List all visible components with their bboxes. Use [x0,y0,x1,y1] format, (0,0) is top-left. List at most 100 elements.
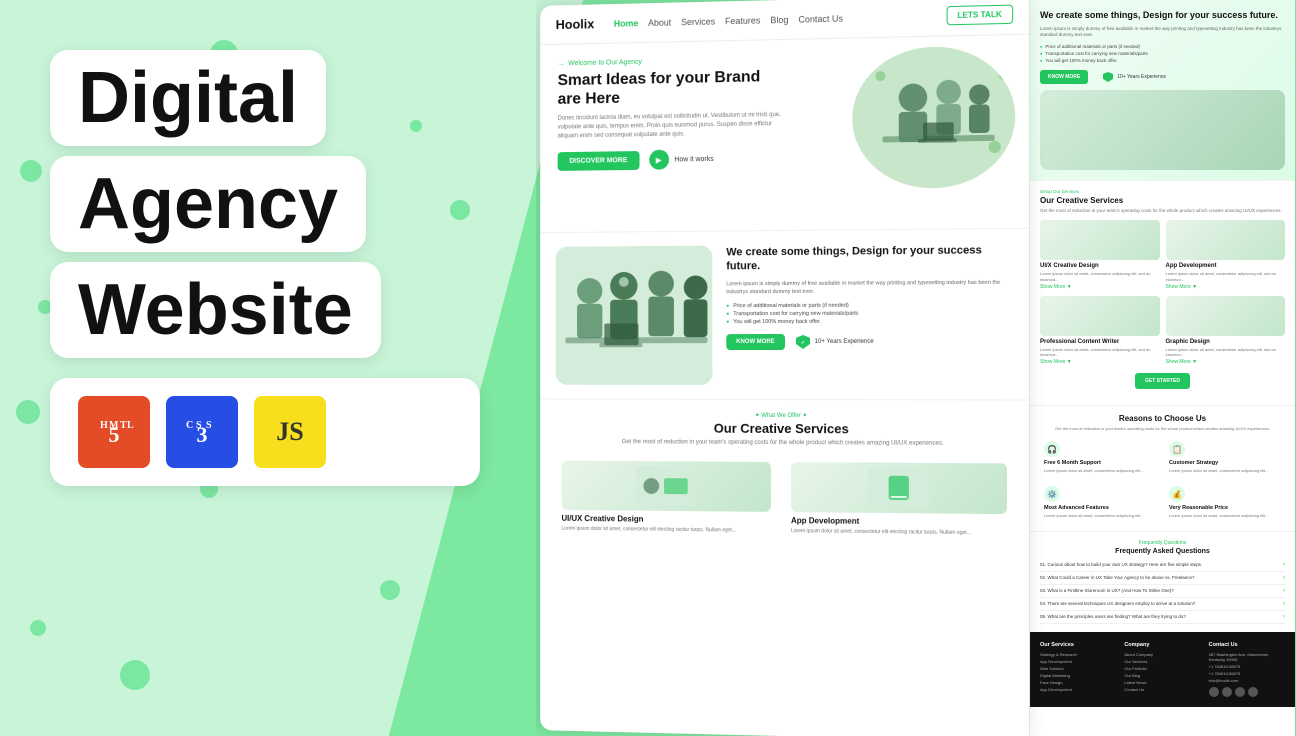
nav-about[interactable]: About [648,17,671,27]
side-service-text-graphic: Lorem ipsum dolor sit amet, consectetur … [1166,347,1286,357]
linkedin-icon[interactable] [1235,687,1245,697]
side-show-more-ux[interactable]: Show More ▼ [1040,284,1160,290]
footer-link[interactable]: App Development [1040,687,1116,692]
footer-link[interactable]: App Development [1040,659,1116,664]
footer-link[interactable]: Our Portfolio [1124,666,1200,671]
side-service-ux: UI/X Creative Design Lorem ipsum dolor s… [1040,220,1160,289]
hero-text: Donec tincidunt lacinia diam, eu volutpa… [558,111,794,142]
side-services-title: Our Creative Services [1040,196,1285,205]
footer-link[interactable]: Our Services [1124,659,1200,664]
nav-services[interactable]: Services [681,16,715,27]
footer-phone2[interactable]: +1 784619-56675 [1209,671,1285,676]
footer-link[interactable]: Latest News [1124,680,1200,685]
support-icon: 🎧 [1044,441,1060,457]
side-service-text-ux: Lorem ipsum dolor sit amet, consectetur … [1040,271,1160,281]
footer-link[interactable]: Our Blog [1124,673,1200,678]
title-card-website: Website [50,262,381,358]
footer-col-title-contact: Contact Us [1209,642,1285,648]
css3-icon: 3 C S S [166,396,238,468]
svg-text:S: S [196,420,202,431]
title-card-agency: Agency [50,156,366,252]
side-service-app: App Development Lorem ipsum dolor sit am… [1166,220,1286,289]
side-get-started-button[interactable]: GET STARTED [1135,373,1190,389]
faq-item-1[interactable]: 01. Curious about how to build your own … [1040,559,1285,572]
decorative-dot [120,660,150,690]
decorative-dot [16,400,40,424]
footer-link[interactable]: Strategy & Research [1040,652,1116,657]
footer-phone1[interactable]: +1 784619-56675 [1209,664,1285,669]
footer-link[interactable]: Contact Us [1124,687,1200,692]
side-service-thumb-content [1040,296,1160,336]
nav-blog[interactable]: Blog [770,14,788,24]
footer-link[interactable]: Digital Marketing [1040,673,1116,678]
how-it-works-button[interactable]: ▶ How it works [649,149,714,170]
reasons-text: Get the most of reduction in your team's… [1040,426,1285,431]
facebook-icon[interactable] [1209,687,1219,697]
reason-title-features: Most Advanced Features [1044,505,1156,511]
nav-contact[interactable]: Contact Us [798,13,843,24]
faq-arrow-3: › [1283,588,1285,594]
team-photo [556,246,713,385]
side-services-grid: UI/X Creative Design Lorem ipsum dolor s… [1040,220,1285,365]
twitter-icon[interactable] [1222,687,1232,697]
faq-item-5[interactable]: 05. What are the principles users are fi… [1040,611,1285,624]
svg-text:L: L [127,420,134,431]
reasons-section: Reasons to Choose Us Get the most of red… [1030,405,1295,530]
side-service-title-ux: UI/X Creative Design [1040,263,1160,269]
svg-text:JS: JS [276,417,303,446]
section-two-title: We create some things, Design for your s… [726,243,1013,274]
decorative-dot [20,160,42,182]
nav-cta-button[interactable]: LETS TALK [946,5,1013,26]
faq-q4: 04. There are several techniques UX desi… [1040,601,1195,606]
reason-title-price: Very Reasonable Price [1169,505,1281,511]
faq-item-3[interactable]: 03. What is a Firstline Storeroom in UX?… [1040,585,1285,598]
side-service-graphic: Graphic Design Lorem ipsum dolor sit ame… [1166,296,1286,365]
reason-text-price: Lorem ipsum dolor sit amet, consectetur … [1169,513,1281,518]
tech-icons-card: 5 H T M L 3 C S S JS [50,378,480,486]
price-icon: 💰 [1169,486,1185,502]
faq-item-4[interactable]: 04. There are several techniques UX desi… [1040,598,1285,611]
strategy-icon: 📋 [1169,441,1185,457]
section-two-buttons: KNOW MORE ✓ 10+ Years Experience [726,334,1013,351]
play-icon: ▶ [649,150,669,170]
service-thumb-ux [562,461,772,512]
js-icon: JS [254,396,326,468]
faq-q2: 02. What Could a Career in UX Take Your … [1040,575,1195,580]
side-hero: We create some things, Design for your s… [1030,0,1295,180]
faq-item-2[interactable]: 02. What Could a Career in UX Take Your … [1040,572,1285,585]
know-more-button[interactable]: KNOW MORE [726,334,784,350]
title-line3: Website [78,274,353,346]
nav-features[interactable]: Features [725,15,760,26]
side-show-more-content[interactable]: Show More ▼ [1040,359,1160,365]
faq-arrow-1: › [1283,562,1285,568]
svg-text:S: S [206,420,212,431]
service-card-title-app: App Development [791,516,1007,527]
side-show-more-app[interactable]: Show More ▼ [1166,284,1286,290]
side-service-content: Professional Content Writer Lorem ipsum … [1040,296,1160,365]
discover-more-button[interactable]: DISCOVER MORE [558,151,639,171]
svg-text:H: H [100,420,108,431]
title-line2: Agency [78,168,338,240]
service-card-ux: UI/UX Creative Design Lorem ipsum dolor … [556,455,777,541]
side-show-more-graphic[interactable]: Show More ▼ [1166,359,1286,365]
side-services-label: Setup Our Services [1040,189,1285,194]
instagram-icon[interactable] [1248,687,1258,697]
footer-link[interactable]: Face Design [1040,680,1116,685]
service-card-title-ux: UI/UX Creative Design [562,514,772,525]
footer-link[interactable]: Web Solution [1040,666,1116,671]
faq-title: Frequently Asked Questions [1040,548,1285,555]
side-bullet: Transportation cost for carrying new mat… [1040,50,1285,57]
section-two-content: We create some things, Design for your s… [726,243,1013,350]
side-bullet: Price of additional materials or parts (… [1040,43,1285,50]
footer-email[interactable]: info@hoolix.com [1209,678,1285,683]
footer-link[interactable]: About Company [1124,652,1200,657]
services-title: Our Creative Services [556,420,1013,437]
nav-home[interactable]: Home [614,18,638,28]
section-two-bullets: Price of additional materials or parts (… [726,301,1013,326]
faq-q3: 03. What is a Firstline Storeroom in UX?… [1040,588,1174,593]
side-know-more-button[interactable]: KNOW MORE [1040,70,1088,84]
faq-label: Frequently Questions [1040,540,1285,546]
title-line1: Digital [78,62,298,134]
footer-col-title-company: Company [1124,642,1200,648]
side-service-thumb-graphic [1166,296,1286,336]
